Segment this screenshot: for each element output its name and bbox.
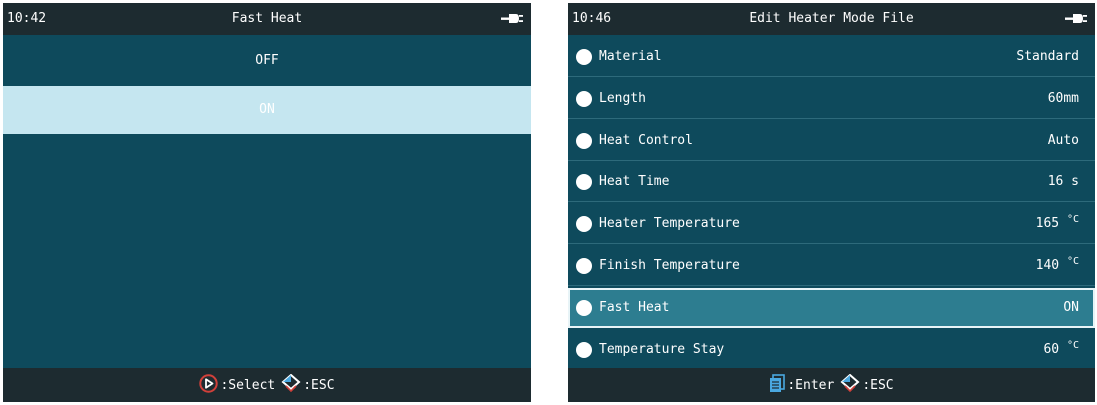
esc-hint: :ESC: [862, 377, 894, 393]
row-value: 165 °C: [1035, 214, 1079, 232]
row-fast-heat[interactable]: Fast Heat ON: [568, 287, 1095, 328]
esc-hint: :ESC: [303, 377, 335, 393]
row-heat-control[interactable]: Heat Control Auto: [568, 120, 1095, 161]
plug-icon: [501, 12, 523, 29]
hint-bar: :Enter :ESC: [568, 368, 1095, 402]
option-on[interactable]: ON: [3, 86, 531, 134]
row-value: Standard: [1016, 49, 1079, 64]
bullet-icon: [576, 132, 592, 149]
bullet-icon: [576, 299, 592, 316]
screen-title: Edit Heater Mode File: [749, 11, 914, 26]
diamond-arrow-icon: [840, 373, 860, 396]
document-icon: [769, 373, 786, 397]
row-material[interactable]: Material Standard: [568, 37, 1095, 77]
diamond-arrow-icon: [281, 373, 301, 396]
row-label: Temperature Stay: [599, 341, 725, 357]
row-value: 60 °C: [1043, 339, 1079, 357]
row-temperature-stay[interactable]: Temperature Stay 60 °C: [568, 329, 1095, 370]
option-on-label: ON: [259, 102, 275, 117]
bullet-icon: [576, 174, 592, 191]
row-heater-temperature[interactable]: Heater Temperature 165 °C: [568, 204, 1095, 245]
row-label: Heat Time: [599, 174, 670, 190]
bullet-icon: [576, 90, 592, 107]
row-value: 16 s: [1047, 174, 1079, 190]
row-value: ON: [1063, 299, 1079, 315]
row-label: Finish Temperature: [599, 257, 740, 273]
bullet-icon: [576, 49, 592, 65]
status-bar: 10:46 Edit Heater Mode File: [568, 3, 1095, 35]
option-off[interactable]: OFF: [3, 37, 531, 85]
screen-title: Fast Heat: [231, 11, 303, 26]
bullet-icon: [576, 257, 592, 274]
fast-heat-screen: 10:42 Fast Heat OFF ON :Select:ESC: [3, 3, 531, 402]
select-hint: :Select: [220, 377, 276, 393]
hint-bar: :Select :ESC: [3, 368, 531, 402]
edit-heater-mode-screen: 10:46 Edit Heater Mode File Material Sta…: [568, 3, 1095, 402]
settings-list: Material Standard Length 60mm Heat Contr…: [568, 37, 1095, 371]
row-label: Length: [599, 90, 646, 106]
row-value: 140 °C: [1035, 255, 1079, 273]
option-off-label: OFF: [255, 53, 279, 68]
row-finish-temperature[interactable]: Finish Temperature 140 °C: [568, 245, 1095, 286]
row-length[interactable]: Length 60mm: [568, 78, 1095, 119]
row-label: Material: [599, 49, 662, 64]
row-value: Auto: [1047, 132, 1079, 148]
bullet-icon: [576, 216, 592, 233]
row-label: Heater Temperature: [599, 216, 740, 232]
row-value: 60mm: [1047, 90, 1079, 106]
row-label: Fast Heat: [599, 299, 670, 315]
row-label: Heat Control: [599, 132, 693, 148]
plug-icon: [1065, 12, 1087, 29]
row-heat-time[interactable]: Heat Time 16 s: [568, 162, 1095, 203]
play-circle-icon: [199, 373, 219, 397]
bullet-icon: [576, 341, 592, 358]
enter-hint: :Enter: [787, 377, 835, 393]
status-bar: 10:42 Fast Heat: [3, 3, 531, 35]
